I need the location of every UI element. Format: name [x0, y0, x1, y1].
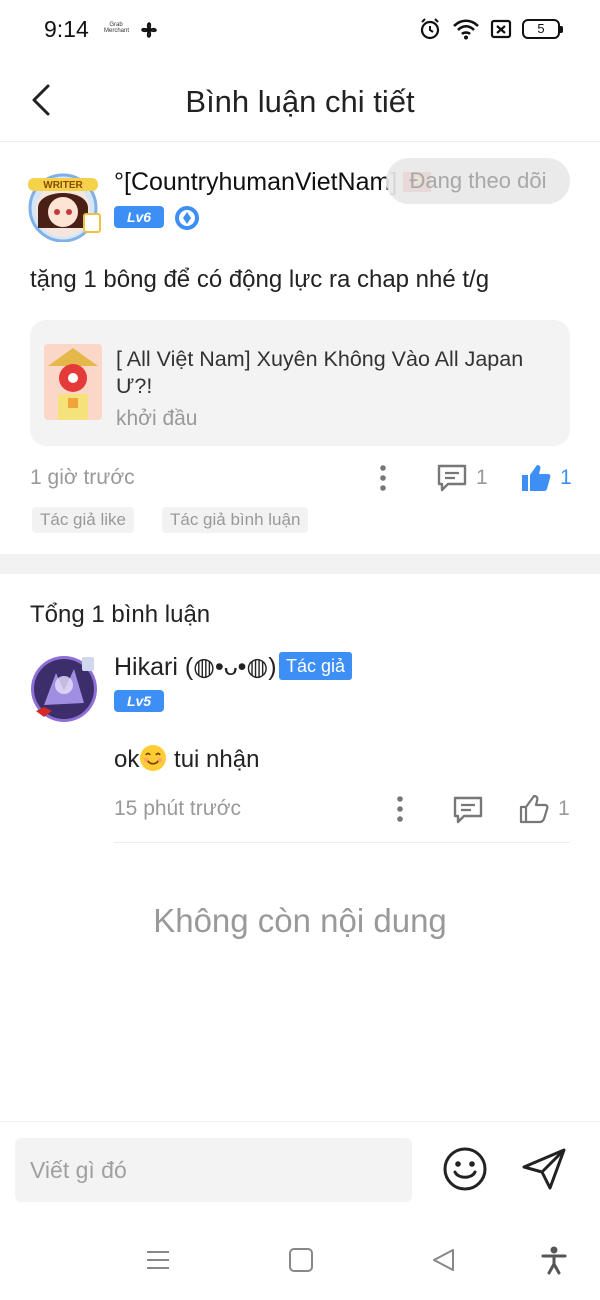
reply-text: ok tui nhận	[114, 744, 259, 774]
home-icon[interactable]	[286, 1245, 316, 1275]
medal-icon	[175, 206, 199, 230]
reply-username[interactable]: Hikari (◍•ᴗ•◍)	[114, 652, 277, 682]
reply-comment-icon	[453, 796, 483, 824]
comment-username[interactable]: °[CountryhumanVietNam]	[114, 168, 432, 197]
author-badge: Tác giả	[279, 652, 353, 680]
comment-time: 1 giờ trước	[30, 466, 135, 489]
comment-meta-row: 1 giờ trước 1 1	[30, 460, 572, 500]
emoji-picker-icon[interactable]	[442, 1146, 488, 1192]
reply-text-before: ok	[114, 746, 140, 773]
status-bar: 9:14 Grab Merchant 5	[0, 0, 600, 62]
back-nav-icon[interactable]	[429, 1245, 459, 1275]
level-badge: Lv6	[114, 206, 164, 228]
reply-more-options-icon[interactable]	[390, 795, 410, 823]
app-header: Bình luận chi tiết	[0, 62, 600, 142]
reply-user-avatar[interactable]	[30, 655, 98, 723]
user-avatar[interactable]: WRITER	[24, 168, 102, 242]
status-time: 9:14	[44, 16, 89, 42]
like-count: 1	[560, 466, 572, 489]
like-button[interactable]: 1	[520, 461, 572, 495]
no-more-content-label: Không còn nội dung	[153, 902, 447, 939]
recent-apps-icon[interactable]	[143, 1245, 173, 1275]
alarm-icon	[420, 18, 440, 40]
thumbs-up-outline-icon	[519, 794, 549, 824]
writer-badge-text: WRITER	[43, 180, 83, 191]
tag-author-like: Tác giả like	[32, 507, 134, 533]
reply-like-count: 1	[558, 797, 570, 820]
pinwheel-notification-icon	[141, 22, 157, 38]
story-cover-image	[44, 344, 102, 420]
comment-icon	[437, 464, 467, 492]
send-icon[interactable]	[520, 1146, 568, 1192]
comment-text: tặng 1 bông để có động lực ra chap nhé t…	[30, 266, 490, 293]
story-title: [ All Việt Nam] Xuyên Không Vào All Japa…	[116, 347, 524, 398]
battery-icon: 5	[522, 19, 563, 39]
story-chapter: khởi đầu	[116, 407, 198, 430]
accessibility-icon[interactable]	[539, 1245, 569, 1275]
reply-meta-row: 15 phút trước 1	[114, 790, 570, 830]
reply-text-after: tui nhận	[167, 746, 260, 773]
story-card[interactable]: [ All Việt Nam] Xuyên Không Vào All Japa…	[30, 320, 570, 446]
reply-button[interactable]: 1	[436, 461, 488, 495]
grab-merchant-icon: Grab Merchant	[104, 22, 130, 34]
thumbs-up-filled-icon	[522, 465, 551, 491]
comment-username-text: °[CountryhumanVietNam]	[114, 168, 398, 196]
page-title: Bình luận chi tiết	[185, 84, 415, 119]
no-sim-icon	[490, 19, 512, 39]
reply-count: 1	[476, 466, 488, 489]
reply-time: 15 phút trước	[114, 797, 242, 820]
wifi-icon	[453, 19, 479, 40]
more-options-icon[interactable]	[373, 464, 393, 492]
reply-divider	[114, 842, 570, 843]
smiling-face-emoji-icon	[140, 745, 167, 771]
section-divider	[0, 554, 600, 574]
system-navigation-bar	[0, 1221, 600, 1300]
comment-input[interactable]	[15, 1138, 412, 1202]
tag-author-comment: Tác giả bình luận	[162, 507, 309, 533]
total-replies-label: Tổng 1 bình luận	[30, 601, 211, 628]
reply-reply-button[interactable]	[452, 793, 484, 827]
reply-level-badge: Lv5	[114, 690, 164, 712]
follow-button[interactable]: Đang theo dõi	[386, 158, 570, 204]
comment-input-bar	[0, 1121, 600, 1221]
reply-like-button[interactable]: 1	[518, 792, 570, 826]
